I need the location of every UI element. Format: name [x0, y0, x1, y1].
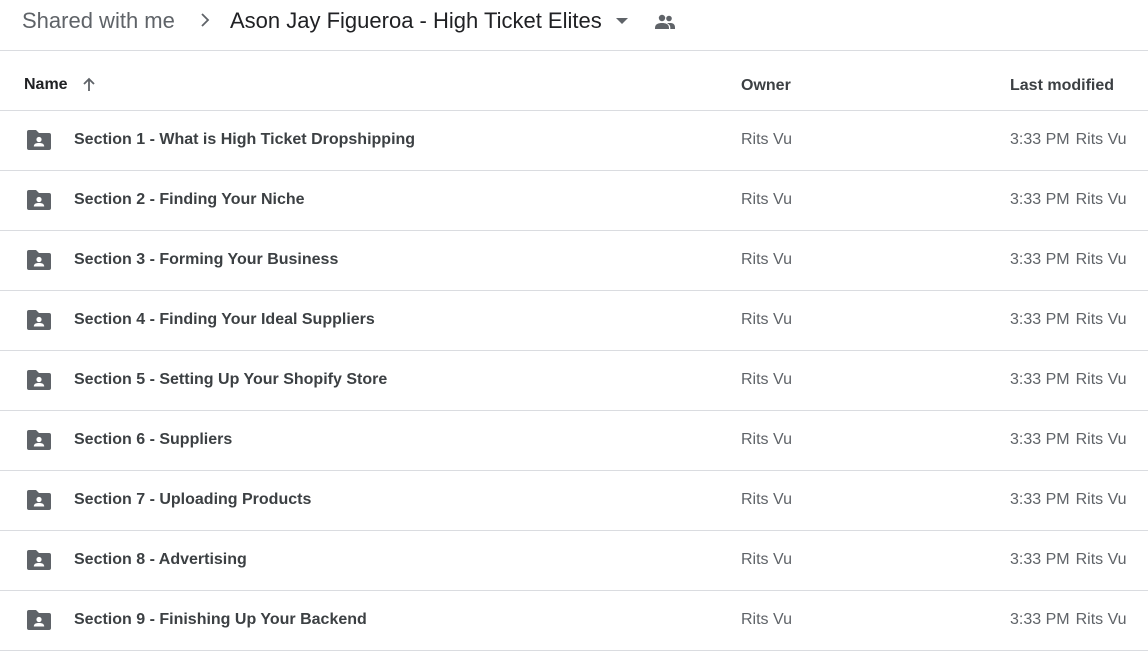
column-header-name[interactable]: Name: [24, 76, 68, 94]
modified-time: 3:33 PM: [1010, 191, 1070, 208]
file-owner: Rits Vu: [741, 611, 792, 628]
file-owner: Rits Vu: [741, 491, 792, 508]
shared-folder-icon: [27, 250, 51, 270]
modified-time: 3:33 PM: [1010, 551, 1070, 568]
file-name[interactable]: Section 3 - Forming Your Business: [74, 251, 338, 269]
file-name[interactable]: Section 7 - Uploading Products: [74, 491, 311, 509]
table-row[interactable]: Section 1 - What is High Ticket Dropship…: [0, 111, 1148, 171]
file-last-modified: 3:33 PM Rits Vu: [1010, 491, 1127, 509]
file-owner: Rits Vu: [741, 371, 792, 388]
file-list: Section 1 - What is High Ticket Dropship…: [0, 111, 1148, 651]
modified-by: Rits Vu: [1075, 251, 1127, 268]
breadcrumb-shared-with-me[interactable]: Shared with me: [22, 7, 175, 35]
chevron-right-icon: [201, 13, 210, 27]
arrow-up-icon[interactable]: [80, 76, 98, 94]
modified-by: Rits Vu: [1075, 371, 1127, 388]
table-row[interactable]: Section 9 - Finishing Up Your Backend Rit…: [0, 591, 1148, 651]
modified-time: 3:33 PM: [1010, 251, 1070, 268]
file-name[interactable]: Section 2 - Finding Your Niche: [74, 191, 305, 209]
file-name[interactable]: Section 8 - Advertising: [74, 551, 247, 569]
file-name[interactable]: Section 4 - Finding Your Ideal Suppliers: [74, 311, 375, 329]
shared-folder-icon: [27, 310, 51, 330]
file-owner: Rits Vu: [741, 251, 792, 268]
column-header-last-modified[interactable]: Last modified: [1010, 77, 1114, 95]
shared-folder-icon: [27, 130, 51, 150]
file-owner: Rits Vu: [741, 191, 792, 208]
shared-folder-icon: [27, 610, 51, 630]
file-name[interactable]: Section 1 - What is High Ticket Dropship…: [74, 131, 415, 149]
column-header-owner: Owner: [741, 77, 791, 94]
file-owner: Rits Vu: [741, 431, 792, 448]
file-owner: Rits Vu: [741, 131, 792, 148]
table-header: Name Owner Last modified: [0, 51, 1148, 111]
shared-folder-icon: [27, 550, 51, 570]
file-last-modified: 3:33 PM Rits Vu: [1010, 311, 1127, 329]
file-name[interactable]: Section 5 - Setting Up Your Shopify Stor…: [74, 371, 387, 389]
file-name[interactable]: Section 6 - Suppliers: [74, 431, 232, 449]
table-row[interactable]: Section 2 - Finding Your Niche Rits Vu 3:3…: [0, 171, 1148, 231]
people-icon: [655, 14, 675, 29]
modified-by: Rits Vu: [1075, 491, 1127, 508]
table-row[interactable]: Section 3 - Forming Your Business Rits Vu…: [0, 231, 1148, 291]
file-last-modified: 3:33 PM Rits Vu: [1010, 251, 1127, 269]
file-name[interactable]: Section 9 - Finishing Up Your Backend: [74, 611, 367, 629]
modified-by: Rits Vu: [1075, 311, 1127, 328]
shared-folder-icon: [27, 430, 51, 450]
modified-time: 3:33 PM: [1010, 131, 1070, 148]
table-row[interactable]: Section 7 - Uploading Products Rits Vu 3:3…: [0, 471, 1148, 531]
modified-time: 3:33 PM: [1010, 371, 1070, 388]
file-last-modified: 3:33 PM Rits Vu: [1010, 431, 1127, 449]
file-owner: Rits Vu: [741, 311, 792, 328]
file-last-modified: 3:33 PM Rits Vu: [1010, 551, 1127, 569]
modified-time: 3:33 PM: [1010, 311, 1070, 328]
file-last-modified: 3:33 PM Rits Vu: [1010, 371, 1127, 389]
modified-time: 3:33 PM: [1010, 491, 1070, 508]
table-row[interactable]: Section 5 - Setting Up Your Shopify Stor…: [0, 351, 1148, 411]
modified-time: 3:33 PM: [1010, 431, 1070, 448]
table-row[interactable]: Section 4 - Finding Your Ideal Suppliers…: [0, 291, 1148, 351]
modified-by: Rits Vu: [1075, 191, 1127, 208]
file-owner: Rits Vu: [741, 551, 792, 568]
modified-by: Rits Vu: [1075, 431, 1127, 448]
file-last-modified: 3:33 PM Rits Vu: [1010, 611, 1127, 629]
breadcrumb: Shared with me Ason Jay Figueroa - High …: [0, 0, 1148, 51]
shared-folder-icon: [27, 190, 51, 210]
shared-folder-icon: [27, 370, 51, 390]
file-last-modified: 3:33 PM Rits Vu: [1010, 131, 1127, 149]
modified-by: Rits Vu: [1075, 131, 1127, 148]
table-row[interactable]: Section 8 - Advertising Rits Vu 3:33 PM Rit…: [0, 531, 1148, 591]
arrow-drop-down-icon[interactable]: [615, 15, 629, 27]
shared-folder-icon: [27, 490, 51, 510]
breadcrumb-current-folder[interactable]: Ason Jay Figueroa - High Ticket Elites: [230, 7, 602, 35]
table-row[interactable]: Section 6 - Suppliers Rits Vu 3:33 PM Rits …: [0, 411, 1148, 471]
file-last-modified: 3:33 PM Rits Vu: [1010, 191, 1127, 209]
modified-by: Rits Vu: [1075, 551, 1127, 568]
modified-time: 3:33 PM: [1010, 611, 1070, 628]
modified-by: Rits Vu: [1075, 611, 1127, 628]
